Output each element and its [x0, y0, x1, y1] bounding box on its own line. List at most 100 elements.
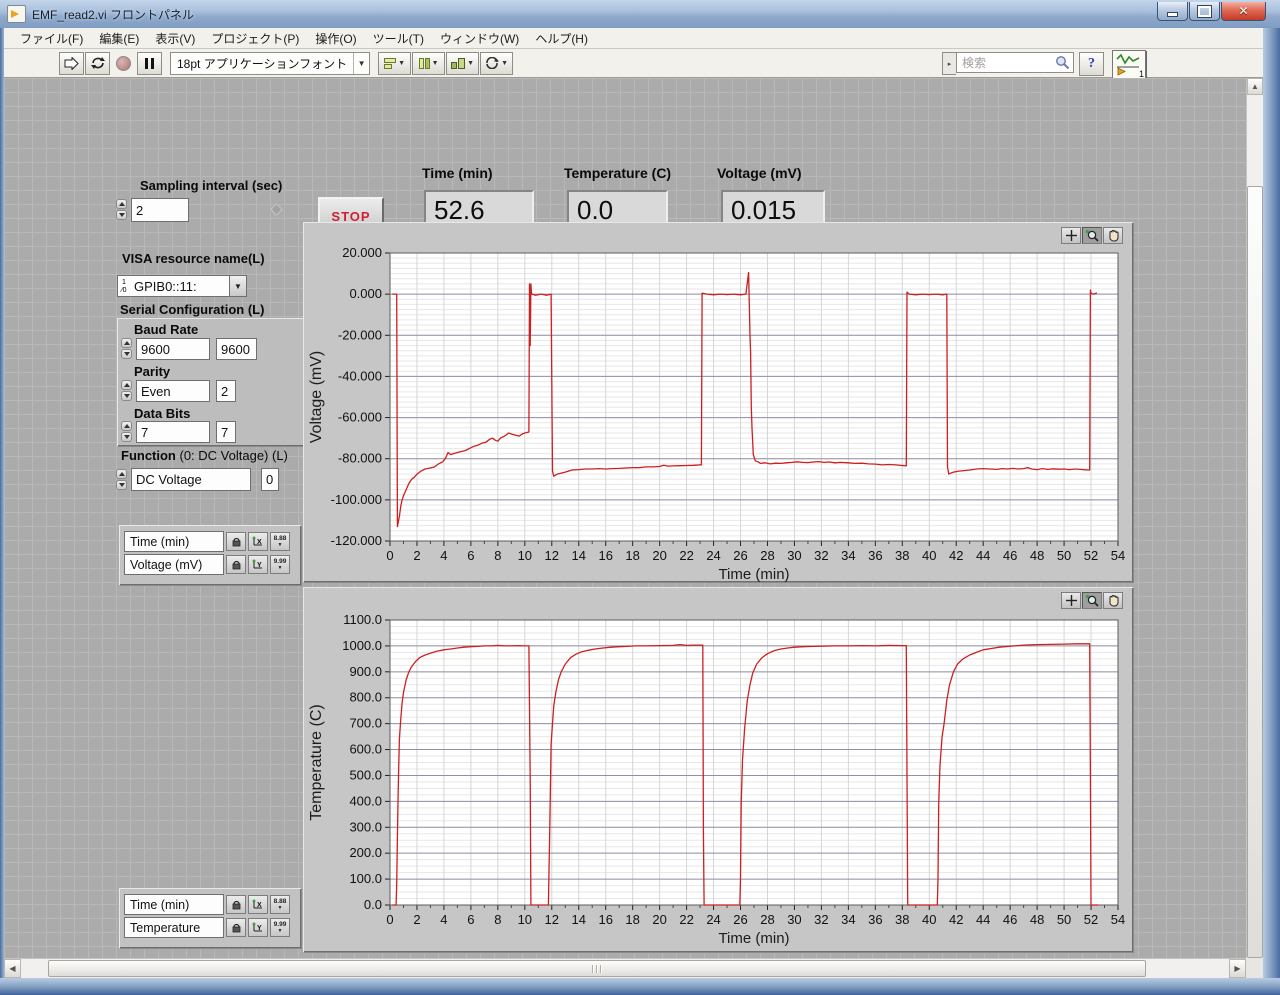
- vertical-scroll-thumb[interactable]: [1247, 186, 1263, 958]
- chevron-down-icon[interactable]: ▼: [353, 53, 369, 74]
- svg-text:2: 2: [413, 912, 420, 927]
- increment-button[interactable]: [121, 380, 132, 390]
- cursor-tool-button[interactable]: [1061, 592, 1081, 609]
- abort-button[interactable]: [111, 52, 136, 75]
- scroll-left-button[interactable]: ◀: [4, 959, 21, 978]
- serial-config-cluster: Baud Rate 9600 9600 Parity Even 2 Data B…: [117, 318, 307, 446]
- pan-tool-button[interactable]: [1103, 227, 1123, 244]
- svg-text:6: 6: [467, 548, 474, 563]
- x-scale-lock-button[interactable]: [226, 895, 246, 914]
- menu-project[interactable]: プロジェクト(P): [203, 28, 307, 49]
- resize-grip[interactable]: [1246, 958, 1263, 978]
- resize-objects-button[interactable]: ▼: [446, 52, 479, 75]
- svg-text:X: X: [257, 539, 262, 546]
- time-indicator-label: Time (min): [422, 165, 493, 181]
- svg-text:40: 40: [922, 912, 936, 927]
- menu-window[interactable]: ウィンドウ(W): [432, 28, 527, 49]
- x-autoscale-button[interactable]: X: [248, 895, 268, 914]
- svg-text:20.000: 20.000: [342, 245, 382, 260]
- decrement-button[interactable]: [116, 210, 127, 220]
- menu-operate[interactable]: 操作(O): [307, 28, 364, 49]
- font-selector[interactable]: 18pt アプリケーションフォント ▼: [170, 52, 370, 75]
- y-scale-lock-button[interactable]: [226, 555, 246, 574]
- vi-taskbar-icon[interactable]: 1: [1112, 50, 1146, 80]
- parity-input[interactable]: Even: [136, 380, 210, 402]
- svg-text:22: 22: [679, 548, 693, 563]
- svg-text:-120.000: -120.000: [331, 533, 382, 548]
- y-format-button[interactable]: 9.99▼: [270, 555, 290, 574]
- y-scale-lock-button[interactable]: [226, 918, 246, 937]
- decrement-button[interactable]: [121, 391, 132, 401]
- svg-text:Voltage (mV): Voltage (mV): [308, 351, 325, 443]
- baud-rate-label: Baud Rate: [134, 322, 198, 337]
- scroll-up-button[interactable]: ▲: [1247, 78, 1263, 95]
- decrement-button[interactable]: [116, 480, 127, 490]
- svg-text:50: 50: [1057, 912, 1071, 927]
- decrement-button[interactable]: [121, 432, 132, 442]
- increment-button[interactable]: [121, 421, 132, 431]
- svg-text:2: 2: [413, 548, 420, 563]
- function-ring[interactable]: DC Voltage: [131, 468, 251, 491]
- run-button[interactable]: [59, 52, 84, 75]
- y-autoscale-button[interactable]: Y: [248, 555, 268, 574]
- pause-icon: [145, 58, 154, 69]
- y-scale-name[interactable]: Temperature: [124, 917, 224, 938]
- pause-button[interactable]: [137, 52, 162, 75]
- horizontal-scrollbar[interactable]: ◀ ▶: [4, 958, 1246, 979]
- increment-button[interactable]: [116, 199, 127, 209]
- vertical-scrollbar[interactable]: ▲ ▼: [1246, 78, 1264, 978]
- x-autoscale-button[interactable]: X: [248, 532, 268, 551]
- y-autoscale-icon: Y: [252, 922, 264, 933]
- distribute-objects-button[interactable]: ▼: [412, 52, 445, 75]
- function-label: Function (0: DC Voltage) (L): [121, 448, 288, 463]
- menu-view[interactable]: 表示(V): [147, 28, 203, 49]
- svg-text:36: 36: [868, 548, 882, 563]
- hand-icon: [1107, 594, 1120, 607]
- horizontal-scroll-thumb[interactable]: [48, 960, 1146, 977]
- y-scale-name[interactable]: Voltage (mV): [124, 554, 224, 575]
- panel-decoration-diamond: [270, 203, 283, 216]
- menu-help[interactable]: ヘルプ(H): [527, 28, 596, 49]
- search-options-button[interactable]: ▸: [942, 52, 956, 75]
- scroll-right-button[interactable]: ▶: [1229, 959, 1246, 978]
- visa-resource-value[interactable]: GPIB0::11:: [130, 275, 230, 297]
- help-button[interactable]: ?: [1079, 52, 1104, 76]
- align-objects-button[interactable]: ▼: [378, 52, 411, 75]
- sampling-interval-input[interactable]: 2: [131, 198, 189, 222]
- y-format-button[interactable]: 9.99▼: [270, 918, 290, 937]
- increment-button[interactable]: [121, 338, 132, 348]
- pan-tool-button[interactable]: [1103, 592, 1123, 609]
- io-icon: 1⁄0: [117, 275, 130, 297]
- maximize-button[interactable]: [1189, 2, 1220, 21]
- svg-text:500.0: 500.0: [349, 767, 382, 782]
- x-format-button[interactable]: 8.88▼: [270, 895, 290, 914]
- visa-resource-combo[interactable]: 1⁄0 GPIB0::11: ▼: [117, 275, 247, 297]
- menu-edit[interactable]: 編集(E): [91, 28, 147, 49]
- minimize-button[interactable]: [1157, 2, 1188, 21]
- reorder-objects-button[interactable]: ▼: [480, 52, 513, 75]
- decrement-button[interactable]: [121, 349, 132, 359]
- y-autoscale-button[interactable]: Y: [248, 918, 268, 937]
- zoom-tool-button[interactable]: [1082, 227, 1102, 244]
- title-bar[interactable]: EMF_read2.vi フロントパネル ✕: [0, 0, 1280, 29]
- x-scale-name[interactable]: Time (min): [124, 531, 224, 552]
- baud-rate-input[interactable]: 9600: [136, 338, 210, 360]
- svg-text:8: 8: [494, 548, 501, 563]
- x-format-button[interactable]: 8.88▼: [270, 532, 290, 551]
- cursor-tool-button[interactable]: [1061, 227, 1081, 244]
- chevron-down-icon[interactable]: ▼: [230, 275, 247, 297]
- svg-text:12: 12: [545, 548, 559, 563]
- menu-file[interactable]: ファイル(F): [12, 28, 91, 49]
- data-bits-input[interactable]: 7: [136, 421, 210, 443]
- parity-indicator: 2: [216, 380, 236, 402]
- menu-tools[interactable]: ツール(T): [365, 28, 432, 49]
- x-scale-name[interactable]: Time (min): [124, 894, 224, 915]
- temperature-plot[interactable]: 0.0100.0200.0300.0400.0500.0600.0700.080…: [303, 587, 1133, 952]
- data-bits-control: 7 7: [121, 421, 236, 443]
- voltage-plot[interactable]: -120.000-100.000-80.000-60.000-40.000-20…: [303, 222, 1133, 582]
- zoom-tool-button[interactable]: [1082, 592, 1102, 609]
- x-scale-lock-button[interactable]: [226, 532, 246, 551]
- run-continuous-button[interactable]: [85, 52, 110, 75]
- increment-button[interactable]: [116, 469, 127, 479]
- close-button[interactable]: ✕: [1221, 2, 1266, 21]
